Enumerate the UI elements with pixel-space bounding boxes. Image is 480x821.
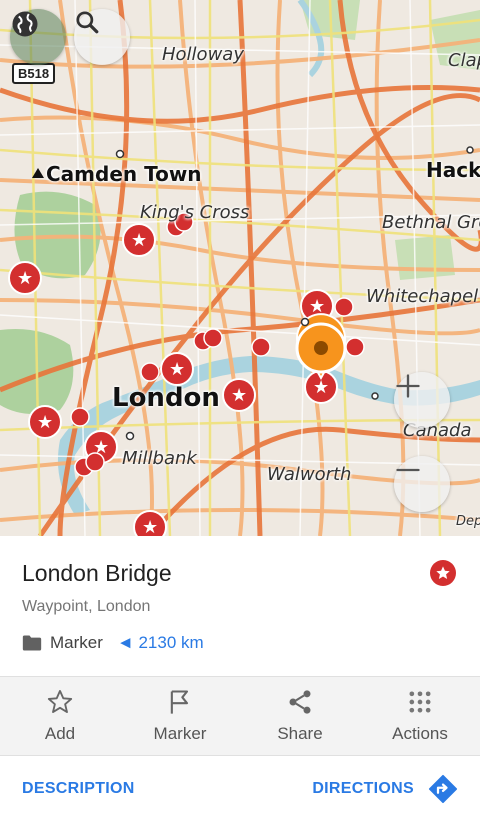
svg-text:★: ★	[309, 296, 325, 316]
share-label: Share	[277, 724, 323, 743]
map-label-deptford: Dep	[456, 514, 480, 529]
directions-button[interactable]: DIRECTIONS	[312, 774, 458, 804]
marker-label: Marker	[153, 724, 207, 743]
add-button[interactable]: Add	[0, 677, 120, 755]
svg-text:★: ★	[17, 268, 33, 288]
action-bar: Add Marker Share Actions	[0, 676, 480, 756]
zoom-in-button[interactable]	[394, 372, 450, 428]
map-layers-button[interactable]	[10, 9, 66, 65]
star-marker: ★	[160, 352, 194, 386]
svg-text:★: ★	[169, 359, 185, 379]
place-details-panel: London Bridge Waypoint, London Marker ◄ …	[0, 536, 480, 821]
plus-icon	[396, 374, 420, 398]
star-marker: ★	[133, 510, 167, 536]
svg-text:★: ★	[142, 517, 158, 536]
map-label-walworth: Walworth	[267, 464, 352, 485]
marker-button[interactable]: Marker	[120, 677, 240, 755]
minus-icon	[396, 468, 420, 472]
star-marker: ★	[122, 223, 156, 257]
map-label-bethnal-green: Bethnal Gre	[382, 212, 480, 233]
folder-icon	[22, 635, 42, 651]
globe-icon	[12, 11, 38, 37]
actions-button[interactable]: Actions	[360, 677, 480, 755]
place-subtitle: Waypoint, London	[22, 598, 151, 615]
description-button[interactable]: DESCRIPTION	[22, 780, 135, 798]
actions-label: Actions	[392, 724, 448, 743]
map-label-london: London	[112, 383, 220, 413]
svg-text:★: ★	[37, 412, 53, 432]
road-badge: B518	[12, 63, 56, 84]
folder-label[interactable]: Marker	[50, 633, 103, 653]
share-button[interactable]: Share	[240, 677, 360, 755]
favorite-star-icon	[430, 560, 456, 586]
place-meta: Marker ◄ 2130 km	[22, 633, 204, 653]
star-marker: ★	[8, 261, 42, 295]
star-marker: ★	[28, 405, 62, 439]
map-label-hackney: Hackr	[426, 158, 480, 182]
map-label-holloway: Holloway	[162, 44, 244, 65]
flag-icon	[170, 690, 189, 714]
svg-text:★: ★	[131, 230, 147, 250]
map-label-camden-town: Camden Town	[46, 162, 202, 186]
directions-label: DIRECTIONS	[312, 780, 414, 797]
place-title: London Bridge	[22, 560, 172, 586]
share-icon	[289, 690, 311, 714]
park-east	[395, 235, 455, 280]
star-marker: ★	[222, 378, 256, 412]
star-outline-icon	[47, 689, 73, 713]
bottom-bar: DESCRIPTION DIRECTIONS	[0, 757, 480, 821]
map-view[interactable]: ★ ★ ★ ★ ★ ★ ★ ★ ★ Holloway Cla Camden To…	[0, 0, 480, 536]
map-label-millbank: Millbank	[122, 448, 197, 469]
map-label-whitechapel: Whitechapel	[366, 286, 479, 307]
add-label: Add	[44, 724, 76, 743]
distance-label: ◄ 2130 km	[116, 633, 204, 652]
map-label-kings-cross: King's Cross	[140, 202, 250, 223]
map-label-clapton: Clap	[448, 50, 480, 71]
search-icon	[76, 11, 99, 34]
zoom-out-button[interactable]	[394, 456, 450, 512]
directions-icon	[428, 774, 458, 804]
map-search-button[interactable]	[74, 9, 130, 65]
grid-dots-icon	[409, 691, 431, 713]
svg-text:★: ★	[231, 385, 247, 405]
